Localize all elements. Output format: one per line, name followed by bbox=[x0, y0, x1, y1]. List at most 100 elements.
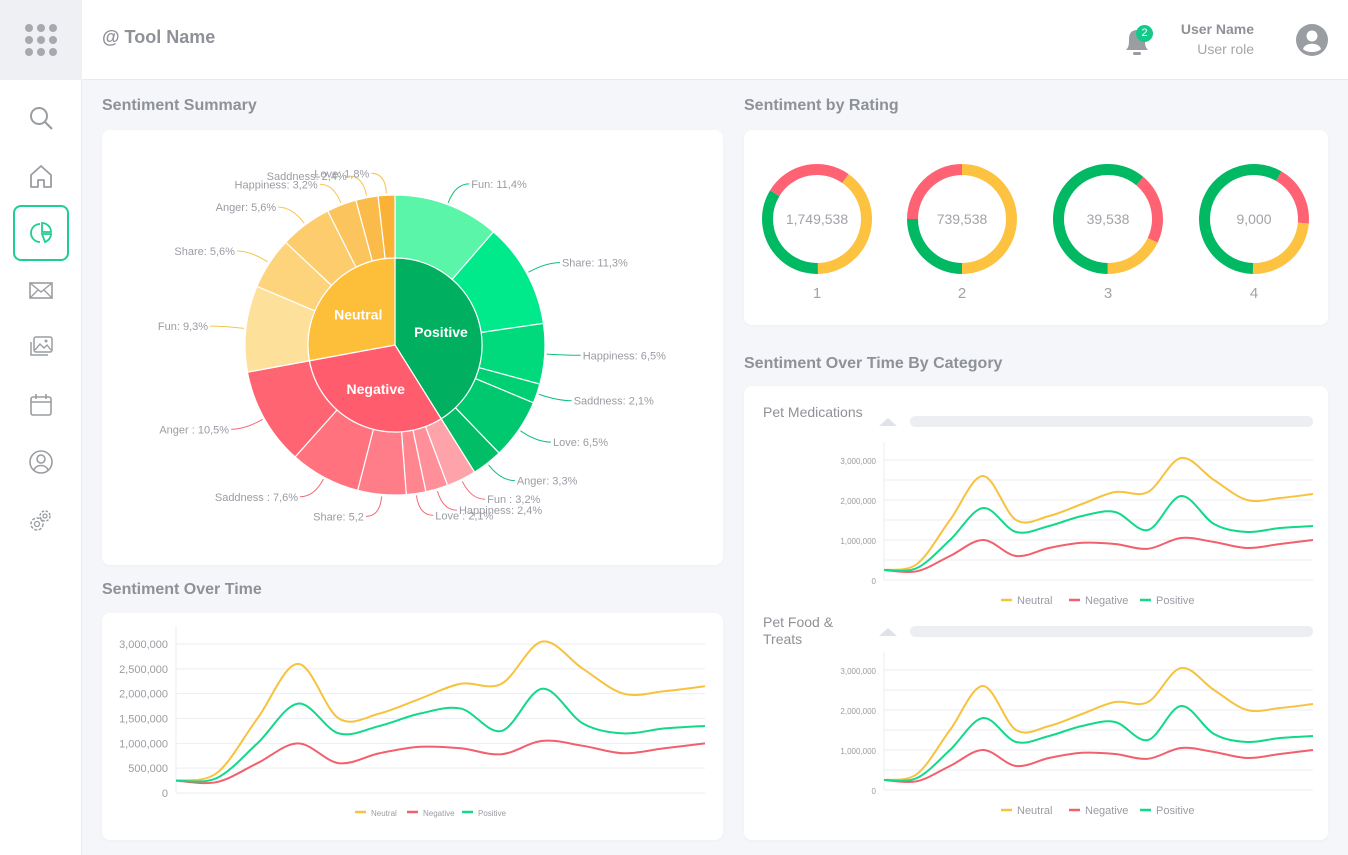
sidebar-item-analytics[interactable] bbox=[13, 205, 69, 261]
sunburst-label: Share: 5,2 bbox=[313, 511, 364, 523]
donut-segment-positive bbox=[762, 190, 818, 274]
images-icon bbox=[30, 336, 53, 356]
sunburst-leader-line bbox=[300, 478, 324, 498]
user-name: User Name bbox=[1180, 21, 1254, 37]
sentiment-over-time-card: 0 500,000 1,000,000 1,500,000 2,000,000 2,500… bbox=[102, 613, 723, 840]
y-tick-label: 1,000,000 bbox=[119, 738, 168, 750]
apps-menu-button[interactable] bbox=[0, 0, 82, 80]
donut-rating-label: 4 bbox=[1250, 285, 1258, 302]
sunburst-label: Fun: 9,3% bbox=[158, 321, 208, 333]
sidebar-item-gallery[interactable] bbox=[13, 319, 69, 375]
series-line-positive bbox=[175, 687, 706, 783]
sidebar bbox=[0, 0, 82, 855]
sunburst-leader-line bbox=[371, 172, 387, 194]
sidebar-item-search[interactable] bbox=[13, 90, 69, 146]
notifications-button[interactable]: 2 bbox=[1122, 24, 1153, 58]
y-tick-label: 2,000,000 bbox=[119, 689, 168, 701]
sunburst-label: Happiness: 6,5% bbox=[583, 350, 666, 362]
sidebar-item-calendar[interactable] bbox=[13, 377, 69, 433]
legend-label: Positive bbox=[1156, 595, 1195, 607]
sentiment-summary-card: Fun: 11,4% Share: 11,3% Happiness: 6,5% Sad… bbox=[102, 130, 723, 565]
y-tick-label: 2,000,000 bbox=[840, 497, 876, 506]
sunburst-leader-line bbox=[447, 183, 470, 203]
donut-segment-neutral bbox=[1252, 222, 1309, 274]
line-chart-pet-medications: 0 1,000,000 2,000,000 3,000,000 Neutral Negat… bbox=[840, 442, 1314, 607]
sunburst-leader-line bbox=[488, 464, 515, 482]
y-tick-label: 3,000,000 bbox=[840, 667, 876, 676]
placeholder-bar bbox=[910, 416, 1313, 427]
donut-total: 39,538 bbox=[1087, 211, 1130, 227]
series-line-neutral bbox=[883, 666, 1314, 781]
series-line-neutral bbox=[175, 640, 706, 782]
section-title-summary: Sentiment Summary bbox=[102, 97, 257, 114]
sunburst-label: Anger: 5,6% bbox=[216, 202, 277, 214]
tool-name: @ Tool Name bbox=[102, 27, 216, 47]
placeholder-bar bbox=[910, 626, 1313, 637]
donut-total: 9,000 bbox=[1236, 211, 1271, 227]
sunburst-group-label: Negative bbox=[347, 381, 406, 397]
sunburst-label: Saddness: 2,1% bbox=[574, 396, 654, 408]
legend-label: Negative bbox=[1085, 805, 1128, 817]
collapse-toggle[interactable] bbox=[879, 418, 897, 426]
chart-pie-icon bbox=[30, 222, 52, 244]
sunburst-label: Saddness : 7,6% bbox=[215, 492, 298, 504]
y-tick-label: 1,500,000 bbox=[119, 714, 168, 726]
series-line-negative bbox=[175, 739, 706, 785]
collapse-toggle[interactable] bbox=[879, 628, 897, 636]
sunburst-label: Share: 11,3% bbox=[562, 258, 628, 270]
section-title-rating: Sentiment by Rating bbox=[744, 97, 899, 114]
sunburst-chart: Fun: 11,4% Share: 11,3% Happiness: 6,5% Sad… bbox=[158, 168, 666, 523]
y-tick-label: 2,500,000 bbox=[119, 664, 168, 676]
y-tick-label: 0 bbox=[872, 787, 877, 796]
sunburst-leader-line bbox=[415, 495, 434, 516]
sunburst-leader-line bbox=[436, 490, 458, 511]
y-tick-label: 0 bbox=[162, 788, 168, 800]
y-tick-label: 0 bbox=[872, 577, 877, 586]
sunburst-leader-line bbox=[528, 262, 560, 273]
sunburst-group-label: Positive bbox=[414, 324, 468, 340]
user-icon bbox=[29, 450, 53, 474]
y-tick-label: 1,000,000 bbox=[840, 537, 876, 546]
legend-label: Negative bbox=[423, 809, 455, 818]
sunburst-group-label: Neutral bbox=[334, 306, 382, 322]
user-role: User role bbox=[1197, 41, 1254, 57]
legend-label: Positive bbox=[1156, 805, 1195, 817]
sunburst-leader-line bbox=[520, 430, 551, 443]
sidebar-item-home[interactable] bbox=[13, 148, 69, 204]
legend-label: Negative bbox=[1085, 595, 1128, 607]
legend-label: Neutral bbox=[1017, 595, 1052, 607]
apps-grid-icon bbox=[25, 24, 57, 56]
donut-rating-label: 1 bbox=[813, 285, 821, 302]
donut-segment-positive bbox=[907, 219, 962, 274]
section-title-by-category: Sentiment Over Time By Category bbox=[744, 355, 1003, 372]
legend-label: Positive bbox=[478, 809, 507, 818]
donut-total: 739,538 bbox=[937, 211, 988, 227]
donut-charts: 1,749,538 1 739,538 2 39,538 3 9,000 4 bbox=[762, 164, 1309, 302]
user-info: User Name User role bbox=[1181, 21, 1254, 57]
line-chart: 0 500,000 1,000,000 1,500,000 2,000,000 2,500… bbox=[119, 626, 706, 818]
category-card: Pet Medications 0 1,000,000 2,000,000 3,000… bbox=[744, 386, 1328, 840]
sunburst-leader-line bbox=[461, 481, 486, 500]
sunburst-leader-line bbox=[231, 419, 263, 430]
top-header: @ Tool Name 2 User Name User role bbox=[82, 0, 1348, 80]
sunburst-leader-line bbox=[319, 183, 342, 204]
sunburst-label: Love: 6,5% bbox=[553, 437, 608, 449]
sidebar-item-mail[interactable] bbox=[13, 262, 69, 318]
user-avatar[interactable] bbox=[1296, 24, 1328, 61]
y-tick-label: 2,000,000 bbox=[840, 707, 876, 716]
y-tick-label: 500,000 bbox=[128, 763, 168, 775]
sidebar-item-settings[interactable] bbox=[13, 492, 69, 548]
avatar-icon bbox=[1296, 24, 1328, 56]
sunburst-label: Love: 1,8% bbox=[314, 168, 369, 180]
y-tick-label: 1,000,000 bbox=[840, 747, 876, 756]
settings-icon bbox=[30, 510, 51, 531]
sunburst-label: Anger : 10,5% bbox=[159, 424, 229, 436]
category-title: Pet Food & Treats bbox=[763, 614, 834, 647]
sidebar-item-profile[interactable] bbox=[13, 434, 69, 490]
home-icon bbox=[30, 165, 52, 188]
sunburst-label: Love : 2,1% bbox=[435, 510, 493, 522]
donut-segment-negative bbox=[1276, 171, 1309, 224]
sunburst-label: Share: 5,6% bbox=[174, 246, 235, 258]
sentiment-rating-card: 1,749,538 1 739,538 2 39,538 3 9,000 4 bbox=[744, 130, 1328, 325]
calendar-icon bbox=[30, 394, 52, 416]
